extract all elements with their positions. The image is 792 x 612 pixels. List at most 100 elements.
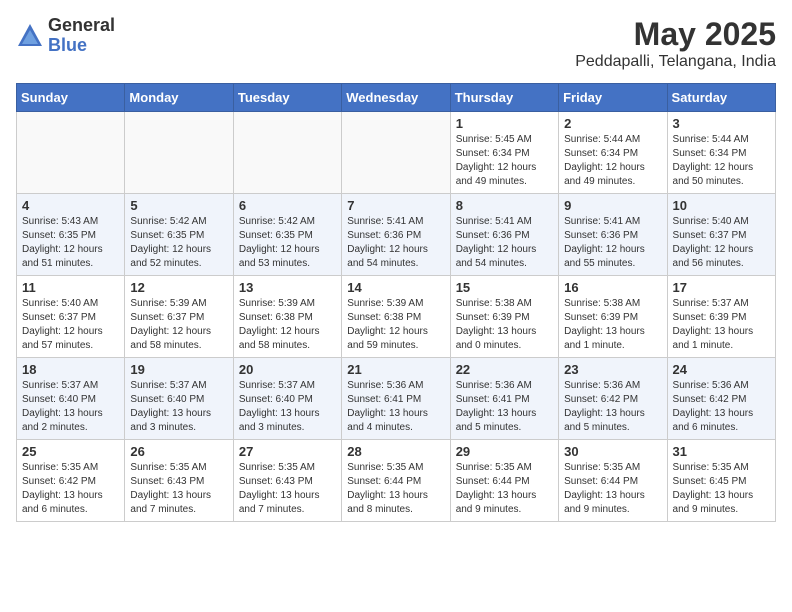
day-info: Sunrise: 5:39 AM Sunset: 6:38 PM Dayligh… xyxy=(239,297,336,353)
day-info: Sunrise: 5:35 AM Sunset: 6:42 PM Dayligh… xyxy=(22,461,119,517)
day-number: 26 xyxy=(130,444,227,459)
day-info: Sunrise: 5:35 AM Sunset: 6:45 PM Dayligh… xyxy=(673,461,770,517)
day-info: Sunrise: 5:37 AM Sunset: 6:40 PM Dayligh… xyxy=(130,379,227,435)
day-number: 8 xyxy=(456,198,553,213)
day-cell: 21 Sunrise: 5:36 AM Sunset: 6:41 PM Dayli… xyxy=(342,358,450,440)
day-info: Sunrise: 5:42 AM Sunset: 6:35 PM Dayligh… xyxy=(239,215,336,271)
day-info: Sunrise: 5:35 AM Sunset: 6:44 PM Dayligh… xyxy=(564,461,661,517)
day-info: Sunrise: 5:37 AM Sunset: 6:40 PM Dayligh… xyxy=(239,379,336,435)
day-number: 17 xyxy=(673,280,770,295)
day-number: 6 xyxy=(239,198,336,213)
day-cell: 28Sunrise: 5:35 AM Sunset: 6:44 PM Dayli… xyxy=(342,440,450,522)
day-cell: 31 Sunrise: 5:35 AM Sunset: 6:45 PM Dayli… xyxy=(667,440,775,522)
day-info: Sunrise: 5:36 AM Sunset: 6:41 PM Dayligh… xyxy=(347,379,444,435)
day-info: Sunrise: 5:44 AM Sunset: 6:34 PM Dayligh… xyxy=(564,133,661,189)
weekday-header-saturday: Saturday xyxy=(667,84,775,112)
day-info: Sunrise: 5:40 AM Sunset: 6:37 PM Dayligh… xyxy=(22,297,119,353)
day-cell: 17 Sunrise: 5:37 AM Sunset: 6:39 PM Dayli… xyxy=(667,276,775,358)
day-cell: 14 Sunrise: 5:39 AM Sunset: 6:38 PM Dayli… xyxy=(342,276,450,358)
day-cell: 16Sunrise: 5:38 AM Sunset: 6:39 PM Dayli… xyxy=(559,276,667,358)
day-cell: 30 Sunrise: 5:35 AM Sunset: 6:44 PM Dayli… xyxy=(559,440,667,522)
day-info: Sunrise: 5:35 AM Sunset: 6:43 PM Dayligh… xyxy=(130,461,227,517)
weekday-header-friday: Friday xyxy=(559,84,667,112)
day-info: Sunrise: 5:36 AM Sunset: 6:41 PM Dayligh… xyxy=(456,379,553,435)
day-number: 24 xyxy=(673,362,770,377)
day-cell: 23 Sunrise: 5:36 AM Sunset: 6:42 PM Dayli… xyxy=(559,358,667,440)
day-number: 29 xyxy=(456,444,553,459)
title-section: May 2025 Peddapalli, Telangana, India xyxy=(575,16,776,71)
day-info: Sunrise: 5:36 AM Sunset: 6:42 PM Dayligh… xyxy=(564,379,661,435)
day-cell: 2 Sunrise: 5:44 AM Sunset: 6:34 PM Daylig… xyxy=(559,112,667,194)
day-cell: 19 Sunrise: 5:37 AM Sunset: 6:40 PM Dayli… xyxy=(125,358,233,440)
calendar-subtitle: Peddapalli, Telangana, India xyxy=(575,53,776,71)
weekday-header-monday: Monday xyxy=(125,84,233,112)
day-info: Sunrise: 5:40 AM Sunset: 6:37 PM Dayligh… xyxy=(673,215,770,271)
day-number: 15 xyxy=(456,280,553,295)
week-row-4: 18 Sunrise: 5:37 AM Sunset: 6:40 PM Dayli… xyxy=(17,358,776,440)
day-info: Sunrise: 5:44 AM Sunset: 6:34 PM Dayligh… xyxy=(673,133,770,189)
week-row-2: 4Sunrise: 5:43 AM Sunset: 6:35 PM Daylig… xyxy=(17,194,776,276)
day-number: 12 xyxy=(130,280,227,295)
day-info: Sunrise: 5:41 AM Sunset: 6:36 PM Dayligh… xyxy=(347,215,444,271)
logo-general: General xyxy=(48,16,115,36)
day-info: Sunrise: 5:37 AM Sunset: 6:39 PM Dayligh… xyxy=(673,297,770,353)
day-info: Sunrise: 5:37 AM Sunset: 6:40 PM Dayligh… xyxy=(22,379,119,435)
day-cell: 29 Sunrise: 5:35 AM Sunset: 6:44 PM Dayli… xyxy=(450,440,558,522)
day-cell: 15 Sunrise: 5:38 AM Sunset: 6:39 PM Dayli… xyxy=(450,276,558,358)
day-cell: 9Sunrise: 5:41 AM Sunset: 6:36 PM Daylig… xyxy=(559,194,667,276)
day-number: 14 xyxy=(347,280,444,295)
day-cell: 20Sunrise: 5:37 AM Sunset: 6:40 PM Dayli… xyxy=(233,358,341,440)
day-number: 2 xyxy=(564,116,661,131)
day-number: 11 xyxy=(22,280,119,295)
day-number: 5 xyxy=(130,198,227,213)
day-cell: 25 Sunrise: 5:35 AM Sunset: 6:42 PM Dayli… xyxy=(17,440,125,522)
day-info: Sunrise: 5:45 AM Sunset: 6:34 PM Dayligh… xyxy=(456,133,553,189)
day-number: 4 xyxy=(22,198,119,213)
day-number: 1 xyxy=(456,116,553,131)
week-row-1: 1 Sunrise: 5:45 AM Sunset: 6:34 PM Daylig… xyxy=(17,112,776,194)
day-cell: 3Sunrise: 5:44 AM Sunset: 6:34 PM Daylig… xyxy=(667,112,775,194)
weekday-header-wednesday: Wednesday xyxy=(342,84,450,112)
day-number: 22 xyxy=(456,362,553,377)
day-number: 28 xyxy=(347,444,444,459)
week-row-3: 11 Sunrise: 5:40 AM Sunset: 6:37 PM Dayli… xyxy=(17,276,776,358)
day-number: 10 xyxy=(673,198,770,213)
day-info: Sunrise: 5:38 AM Sunset: 6:39 PM Dayligh… xyxy=(456,297,553,353)
day-number: 31 xyxy=(673,444,770,459)
day-info: Sunrise: 5:39 AM Sunset: 6:38 PM Dayligh… xyxy=(347,297,444,353)
day-number: 30 xyxy=(564,444,661,459)
day-info: Sunrise: 5:38 AM Sunset: 6:39 PM Dayligh… xyxy=(564,297,661,353)
day-cell: 11 Sunrise: 5:40 AM Sunset: 6:37 PM Dayli… xyxy=(17,276,125,358)
day-number: 7 xyxy=(347,198,444,213)
day-cell: 13 Sunrise: 5:39 AM Sunset: 6:38 PM Dayli… xyxy=(233,276,341,358)
day-cell: 26 Sunrise: 5:35 AM Sunset: 6:43 PM Dayli… xyxy=(125,440,233,522)
weekday-header-sunday: Sunday xyxy=(17,84,125,112)
day-cell: 4Sunrise: 5:43 AM Sunset: 6:35 PM Daylig… xyxy=(17,194,125,276)
day-cell: 24Sunrise: 5:36 AM Sunset: 6:42 PM Dayli… xyxy=(667,358,775,440)
page-header: General Blue May 2025 Peddapalli, Telang… xyxy=(16,16,776,71)
day-number: 21 xyxy=(347,362,444,377)
day-number: 23 xyxy=(564,362,661,377)
day-cell: 5 Sunrise: 5:42 AM Sunset: 6:35 PM Daylig… xyxy=(125,194,233,276)
day-info: Sunrise: 5:39 AM Sunset: 6:37 PM Dayligh… xyxy=(130,297,227,353)
day-number: 19 xyxy=(130,362,227,377)
weekday-header-row: SundayMondayTuesdayWednesdayThursdayFrid… xyxy=(17,84,776,112)
day-info: Sunrise: 5:42 AM Sunset: 6:35 PM Dayligh… xyxy=(130,215,227,271)
calendar-table: SundayMondayTuesdayWednesdayThursdayFrid… xyxy=(16,83,776,522)
day-info: Sunrise: 5:35 AM Sunset: 6:43 PM Dayligh… xyxy=(239,461,336,517)
day-number: 18 xyxy=(22,362,119,377)
day-cell xyxy=(233,112,341,194)
day-cell: 6 Sunrise: 5:42 AM Sunset: 6:35 PM Daylig… xyxy=(233,194,341,276)
day-cell: 8 Sunrise: 5:41 AM Sunset: 6:36 PM Daylig… xyxy=(450,194,558,276)
day-number: 27 xyxy=(239,444,336,459)
day-cell: 1 Sunrise: 5:45 AM Sunset: 6:34 PM Daylig… xyxy=(450,112,558,194)
day-cell: 12 Sunrise: 5:39 AM Sunset: 6:37 PM Dayli… xyxy=(125,276,233,358)
day-cell: 27 Sunrise: 5:35 AM Sunset: 6:43 PM Dayli… xyxy=(233,440,341,522)
day-info: Sunrise: 5:41 AM Sunset: 6:36 PM Dayligh… xyxy=(564,215,661,271)
day-info: Sunrise: 5:41 AM Sunset: 6:36 PM Dayligh… xyxy=(456,215,553,271)
day-number: 13 xyxy=(239,280,336,295)
day-info: Sunrise: 5:35 AM Sunset: 6:44 PM Dayligh… xyxy=(456,461,553,517)
day-number: 25 xyxy=(22,444,119,459)
day-cell: 18 Sunrise: 5:37 AM Sunset: 6:40 PM Dayli… xyxy=(17,358,125,440)
calendar-title: May 2025 xyxy=(575,16,776,53)
